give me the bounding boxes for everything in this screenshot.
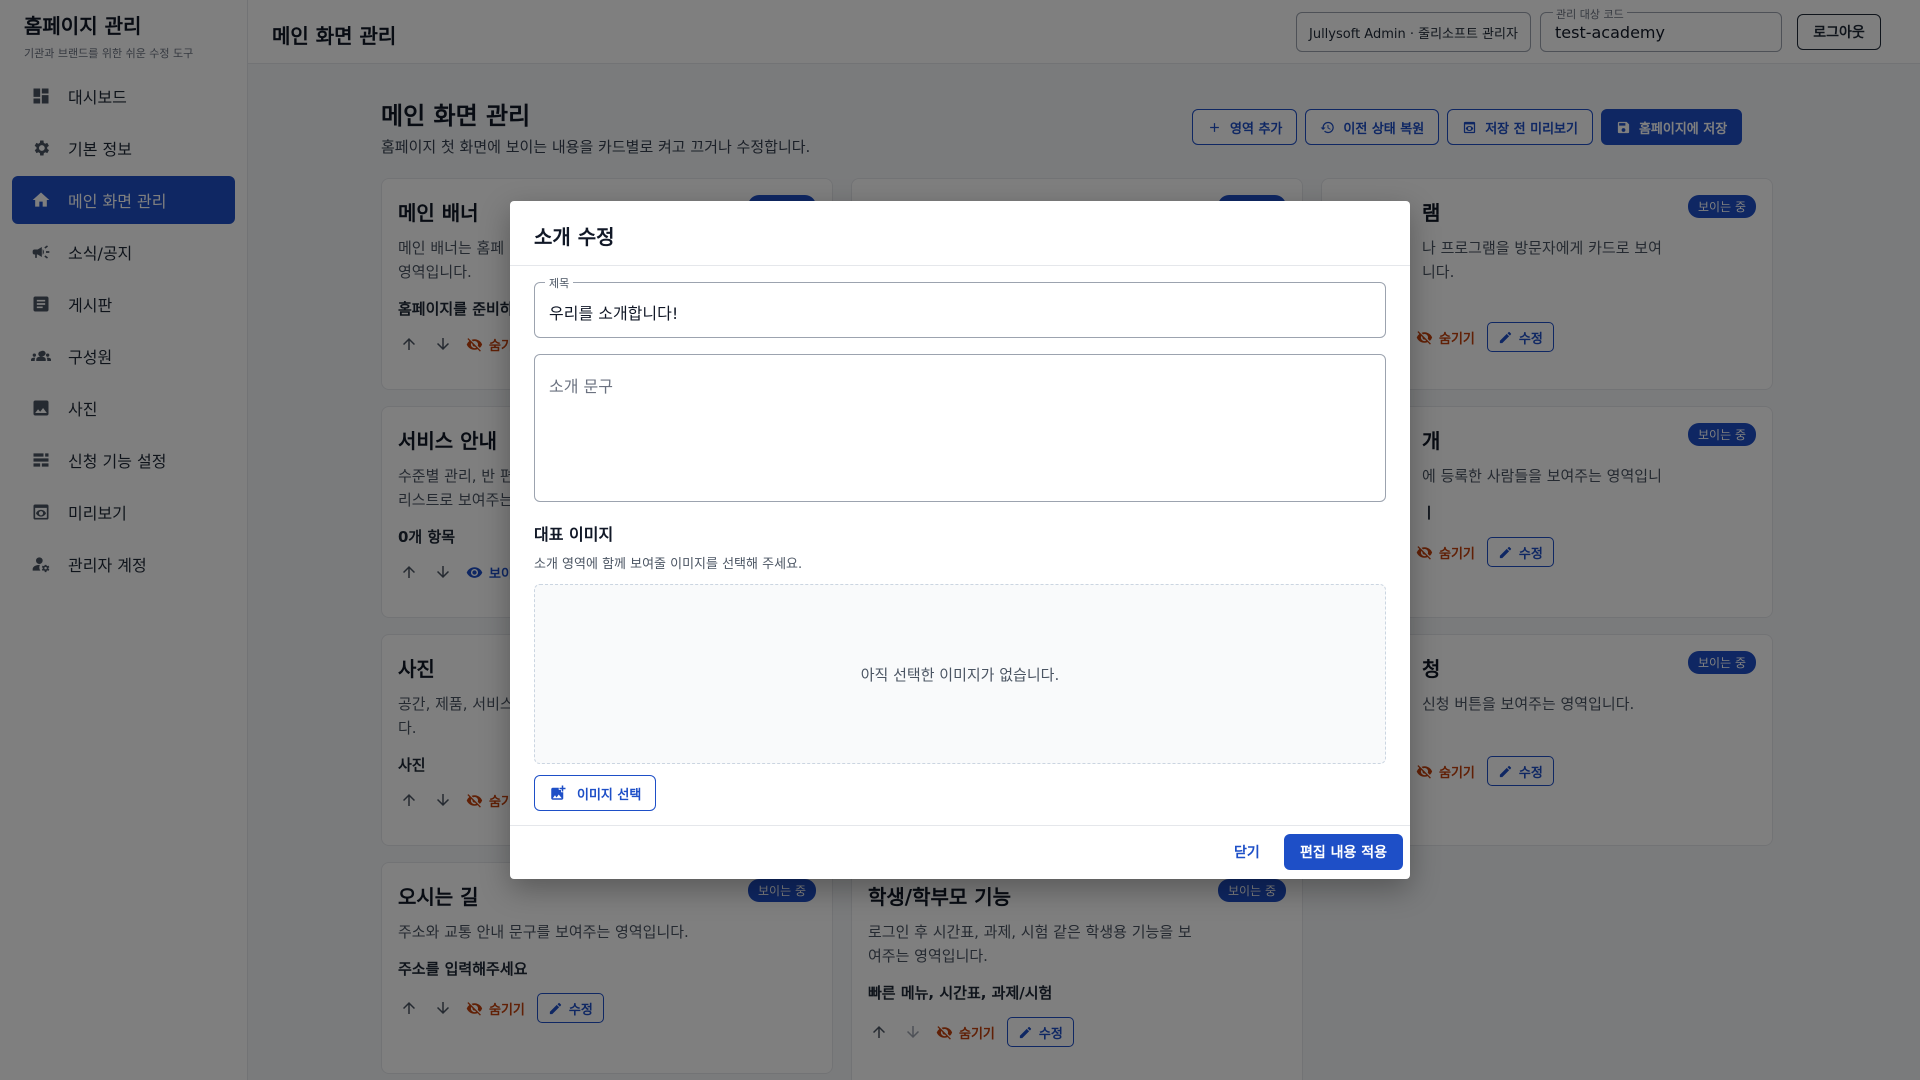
dialog-footer-divider — [510, 825, 1410, 826]
apply-edits-button[interactable]: 편집 내용 적용 — [1284, 834, 1404, 870]
title-input-label: 제목 — [545, 275, 574, 291]
image-preview-area: 아직 선택한 이미지가 없습니다. — [534, 584, 1386, 764]
image-empty-text: 아직 선택한 이미지가 없습니다. — [860, 665, 1060, 684]
title-input[interactable]: 제목 우리를 소개합니다! — [534, 275, 1386, 338]
dialog-title: 소개 수정 — [534, 225, 615, 249]
intro-text-area[interactable]: 소개 문구 — [534, 354, 1386, 502]
title-input-value: 우리를 소개합니다! — [549, 304, 679, 323]
edit-intro-dialog: 소개 수정 제목 우리를 소개합니다! 소개 문구 대표 이미지 소개 영역에 … — [510, 201, 1410, 879]
add-photo-icon — [551, 785, 566, 800]
select-image-label: 이미지 선택 — [577, 787, 642, 803]
select-image-button[interactable]: 이미지 선택 — [534, 775, 657, 811]
image-section-heading: 대표 이미지 — [534, 525, 614, 544]
image-section-help: 소개 영역에 함께 보여줄 이미지를 선택해 주세요. — [534, 557, 803, 572]
intro-text-placeholder: 소개 문구 — [549, 377, 613, 396]
close-button[interactable]: 닫기 — [1222, 834, 1272, 870]
dialog-divider — [510, 265, 1410, 266]
